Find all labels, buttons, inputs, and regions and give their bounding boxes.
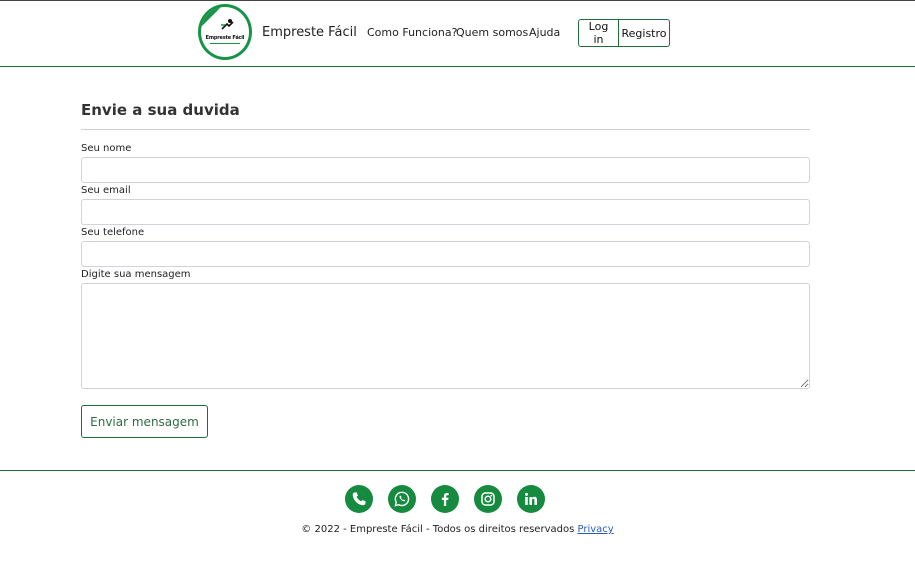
instagram-icon[interactable] — [474, 485, 502, 513]
send-message-button[interactable]: Enviar mensagem — [81, 405, 208, 438]
logo-mark-icon — [221, 19, 234, 30]
phone-icon[interactable] — [345, 485, 373, 513]
form-title-divider — [81, 129, 810, 130]
linkedin-icon[interactable] — [517, 485, 545, 513]
linkedin-glyph — [525, 492, 537, 505]
name-label: Seu nome — [81, 143, 132, 154]
copyright-text: © 2022 - Empreste Fácil - Todos os direi… — [301, 524, 575, 535]
message-field[interactable] — [81, 283, 810, 389]
register-button[interactable]: Registro — [619, 19, 670, 47]
whatsapp-glyph — [394, 491, 410, 507]
nav-about-us[interactable]: Quem somos — [456, 26, 528, 39]
instagram-glyph — [481, 492, 495, 506]
copyright-line: © 2022 - Empreste Fácil - Todos os direi… — [0, 524, 915, 535]
phone-field[interactable] — [81, 241, 810, 267]
facebook-glyph — [441, 493, 449, 506]
nav-help[interactable]: Ajuda — [529, 26, 560, 39]
phone-glyph — [352, 492, 366, 506]
form-title: Envie a sua duvida — [81, 101, 240, 119]
whatsapp-icon[interactable] — [388, 485, 416, 513]
logo-underline — [210, 43, 240, 44]
logo-text: Empreste Fácil — [205, 35, 245, 41]
footer-divider — [0, 470, 915, 471]
nav-how-it-works[interactable]: Como Funciona? — [367, 26, 457, 39]
message-label: Digite sua mensagem — [81, 269, 191, 280]
name-field[interactable] — [81, 157, 810, 183]
page: Empreste Fácil Empreste Fácil Como Funci… — [0, 0, 915, 561]
brand-name[interactable]: Empreste Fácil — [262, 25, 357, 40]
facebook-icon[interactable] — [431, 485, 459, 513]
privacy-link[interactable]: Privacy — [577, 524, 613, 535]
login-button[interactable]: Log in — [578, 19, 619, 47]
email-label: Seu email — [81, 185, 131, 196]
header-divider — [0, 66, 915, 67]
email-field[interactable] — [81, 199, 810, 225]
brand-logo[interactable]: Empreste Fácil — [198, 4, 252, 60]
phone-label: Seu telefone — [81, 227, 145, 238]
